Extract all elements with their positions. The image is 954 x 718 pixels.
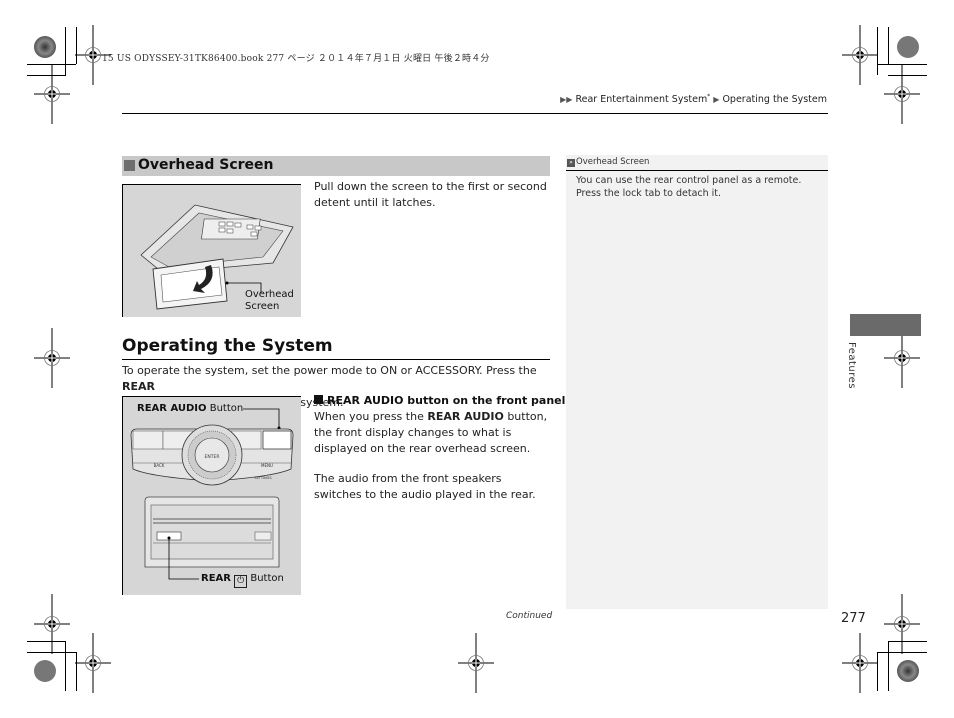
registration-mark-icon xyxy=(883,593,921,655)
sidebar-note-title[interactable]: Overhead Screen xyxy=(576,157,649,167)
front-panel-drawing: ENTER BACK MENU SETTINGS xyxy=(130,408,294,580)
breadcrumb-arrow-icon: ▶▶ xyxy=(560,95,573,105)
color-target-icon xyxy=(897,660,919,682)
breadcrumb: ▶▶ Rear Entertainment System* ▶ Operatin… xyxy=(560,93,827,105)
header-divider xyxy=(122,113,828,114)
menu-label: MENU xyxy=(261,463,273,468)
breadcrumb-section-link[interactable]: Rear Entertainment System xyxy=(575,94,707,105)
registration-mark-icon xyxy=(883,63,921,125)
print-header: 15 US ODYSSEY-31TK86400.book 277 ページ ２０１… xyxy=(102,54,490,64)
registration-mark-icon xyxy=(33,327,71,389)
subsection-heading: REAR AUDIO button on the front panel xyxy=(314,394,565,407)
color-target-icon xyxy=(34,660,56,682)
enter-label: ENTER xyxy=(205,454,220,460)
reference-arrow-icon: » xyxy=(567,159,575,167)
optional-feature-asterisk: * xyxy=(707,93,711,100)
subsection-square-icon xyxy=(314,395,323,404)
overhead-screen-callout: Overhead Screen xyxy=(245,289,294,312)
overhead-screen-illustration: Overhead Screen xyxy=(122,184,301,317)
chapter-tab-label: Features xyxy=(846,342,857,389)
front-panel-illustration: REAR AUDIO Button ENTER BACK MENU SETTIN… xyxy=(122,396,301,595)
back-label: BACK xyxy=(154,463,165,468)
sidebar-note-body: You can use the rear control panel as a … xyxy=(576,175,802,199)
page-number: 277 xyxy=(841,611,866,626)
sidebar-note: » Overhead Screen You can use the rear co… xyxy=(566,155,828,609)
sidebar-note-header: » Overhead Screen xyxy=(566,155,828,171)
rear-power-button-callout: REAR ⏻ Button xyxy=(201,573,284,588)
color-target-icon xyxy=(897,36,919,58)
registration-mark-icon xyxy=(33,593,71,655)
registration-mark-icon xyxy=(841,24,879,86)
registration-mark-icon xyxy=(33,63,71,125)
registration-mark-icon xyxy=(74,632,112,694)
overhead-screen-instructions: Pull down the screen to the first or sec… xyxy=(314,180,547,209)
breadcrumb-current-page: Operating the System xyxy=(722,94,827,106)
rear-audio-description: When you press the REAR AUDIO button, th… xyxy=(314,410,548,455)
section-heading-overhead-screen: Overhead Screen xyxy=(122,156,550,176)
section-square-icon xyxy=(124,160,135,171)
color-target-icon xyxy=(34,36,56,58)
rear-audio-button-callout: REAR AUDIO Button xyxy=(137,403,244,414)
registration-mark-icon xyxy=(883,327,921,389)
settings-label: SETTINGS xyxy=(254,476,272,480)
chapter-tab[interactable] xyxy=(850,314,921,336)
continued-label: Continued xyxy=(506,611,553,621)
power-icon: ⏻ xyxy=(234,575,248,588)
breadcrumb-separator-icon: ▶ xyxy=(713,95,720,105)
title-divider xyxy=(122,359,550,360)
registration-mark-icon xyxy=(457,632,495,694)
section-title: Overhead Screen xyxy=(138,157,274,173)
audio-switch-description: The audio from the front speakers switch… xyxy=(314,472,536,501)
page-title: Operating the System xyxy=(122,336,333,356)
registration-mark-icon xyxy=(841,632,879,694)
